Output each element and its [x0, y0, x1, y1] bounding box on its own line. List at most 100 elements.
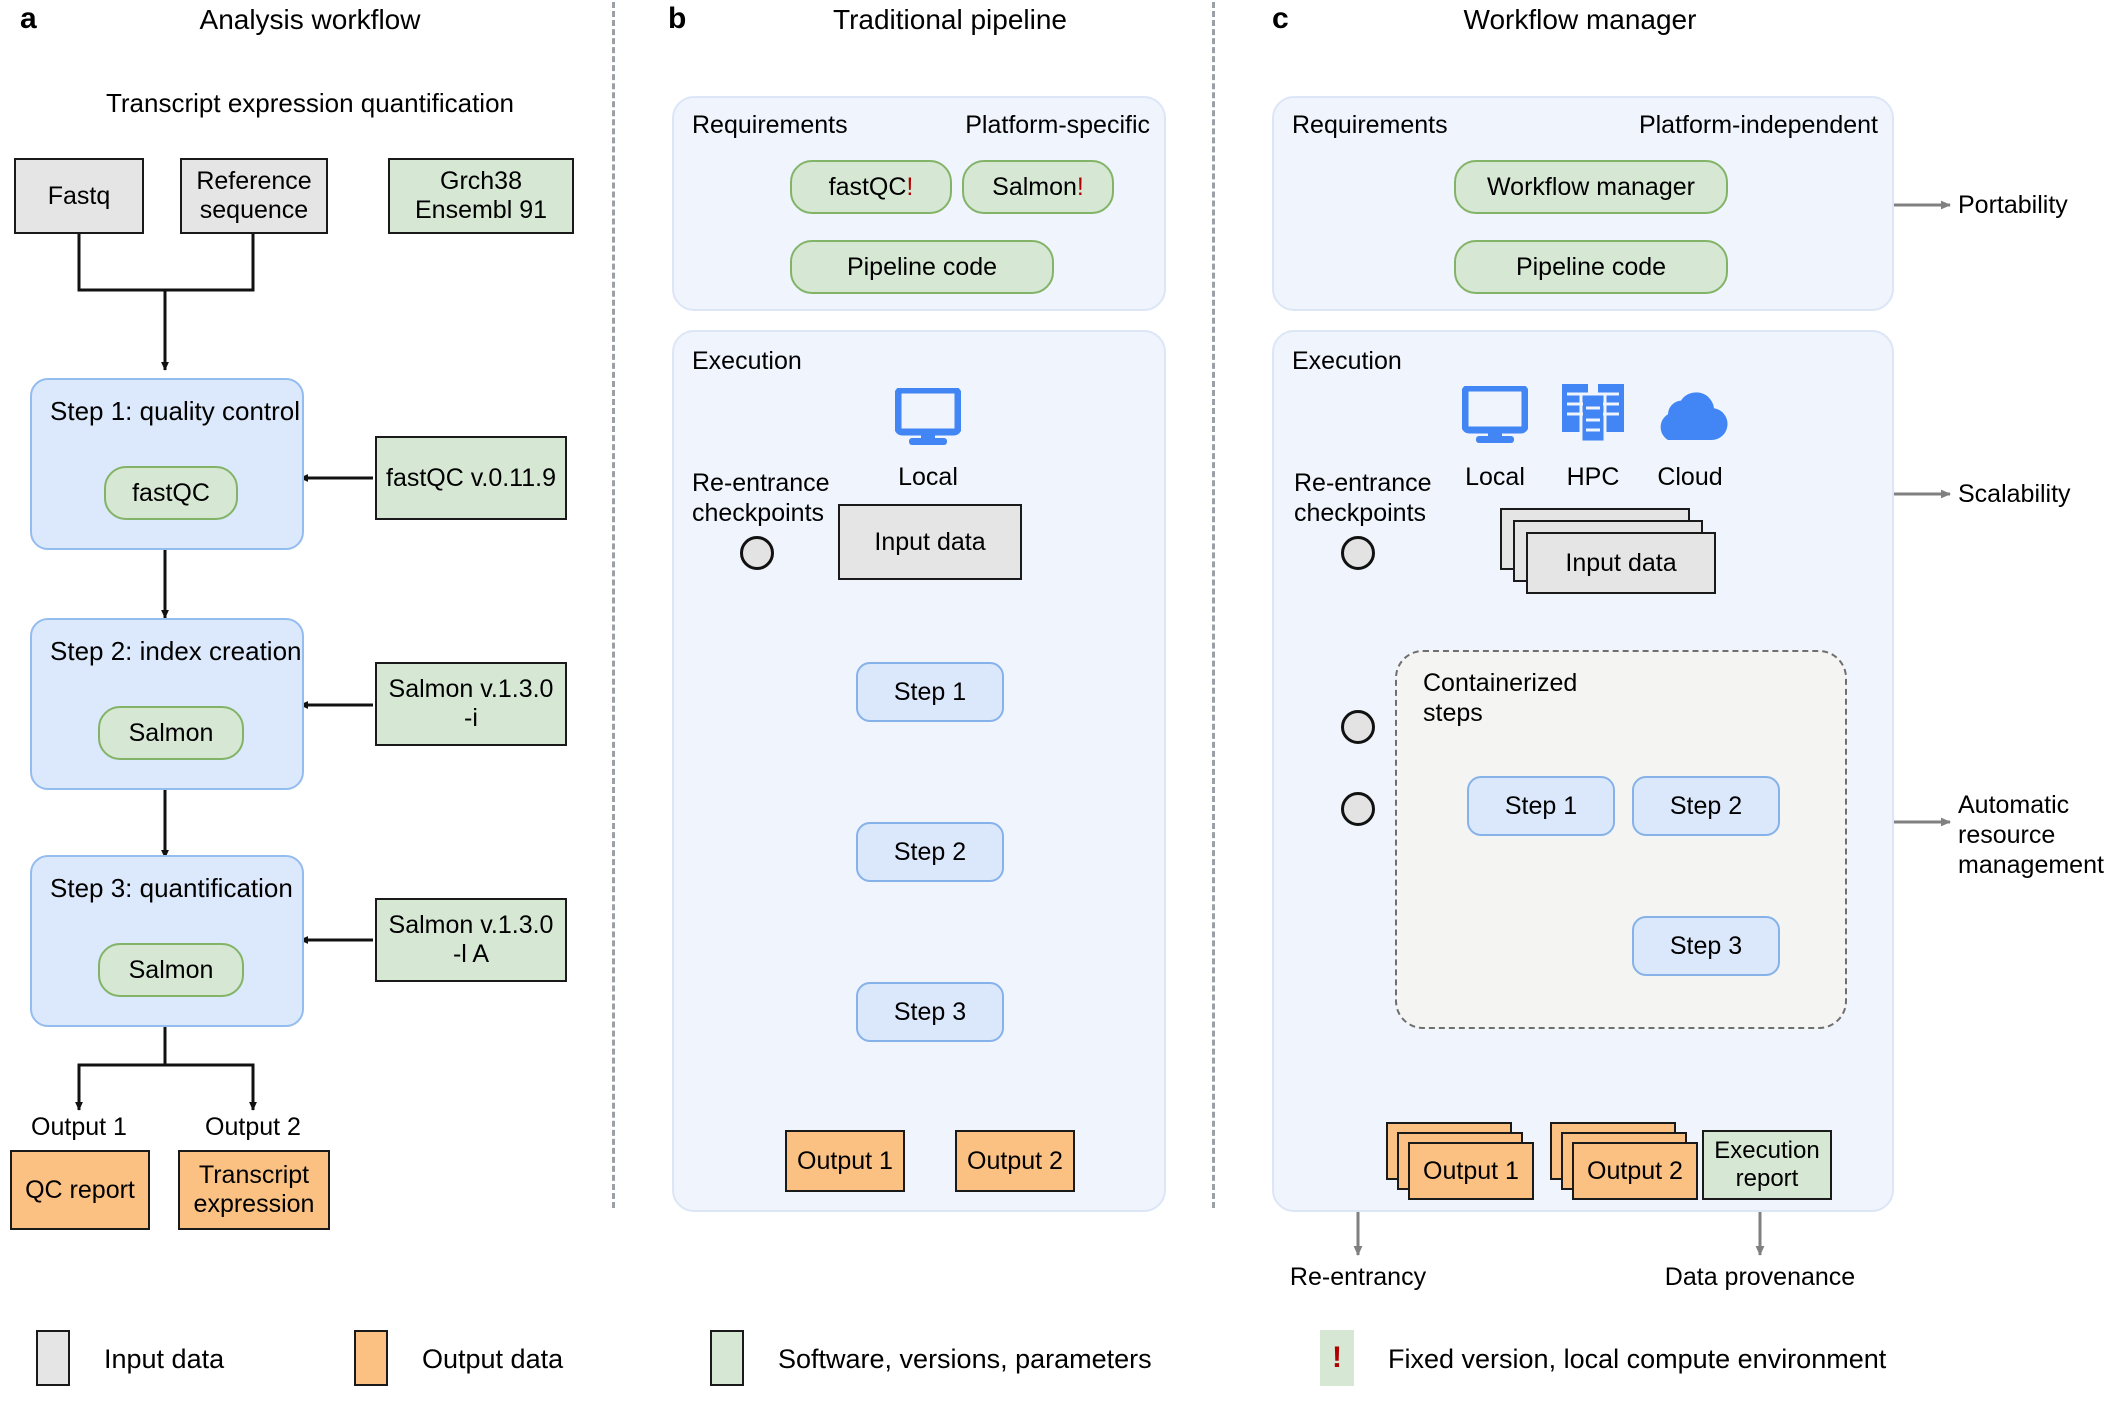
containerized-steps-region: Containerized steps — [1395, 650, 1847, 1029]
reference-source-box[interactable]: Grch38 Ensembl 91 — [388, 158, 574, 234]
param-box-step-2-label: Salmon v.1.3.0 -i — [388, 675, 554, 732]
workflow-step-2-tool-label: Salmon — [128, 718, 214, 747]
requirement-salmon-label: Salmon — [992, 172, 1077, 201]
annotation-scalability: Scalability — [1958, 480, 2071, 508]
panel-b-platform-label: Platform-specific — [965, 111, 1150, 139]
compute-cloud-label: Cloud — [1657, 463, 1723, 491]
output-transcript-expression[interactable]: Transcript expression — [178, 1150, 330, 1230]
requirement-fastqc-flag: ! — [906, 172, 914, 201]
panel-c-requirements-card: Requirements Platform-independent Workfl… — [1272, 96, 1894, 311]
workflow-step-1-title: Step 1: quality control — [50, 396, 301, 426]
param-box-step-1-label: fastQC v.0.11.9 — [386, 463, 556, 492]
legend-label-software: Software, versions, parameters — [778, 1344, 1152, 1374]
reentrance-checkpoint-b-1[interactable] — [740, 536, 774, 570]
server-rack-icon — [1562, 384, 1624, 444]
panel-a-letter: a — [20, 2, 37, 35]
requirement-fastqc-label: fastQC — [828, 172, 907, 201]
param-box-step-1[interactable]: fastQC v.0.11.9 — [375, 436, 567, 520]
workflow-step-2-tool[interactable]: Salmon — [98, 706, 244, 760]
requirement-pipeline-code-label: Pipeline code — [846, 252, 998, 281]
panel-c-step-2-label: Step 2 — [1669, 791, 1743, 820]
containerized-steps-label: Containerized steps — [1423, 669, 1578, 727]
requirement-pipeline-code[interactable]: Pipeline code — [790, 240, 1054, 294]
panel-c-requirements-heading: Requirements — [1292, 111, 1448, 139]
panel-c-title: Workflow manager — [1463, 4, 1697, 35]
panel-c-letter: c — [1272, 2, 1289, 35]
legend-label-input: Input data — [104, 1344, 225, 1374]
panel-b-requirements-card: Requirements Platform-specific fastQC! S… — [672, 96, 1166, 311]
reentrance-checkpoints-label-b: Re-entrance checkpoints — [692, 469, 830, 527]
requirement-salmon[interactable]: Salmon! — [962, 160, 1114, 214]
panel-b-step-1[interactable]: Step 1 — [856, 662, 1004, 722]
panel-b-execution-heading: Execution — [692, 347, 802, 375]
legend-warning-mark: ! — [1332, 1341, 1342, 1374]
panel-b-step-3[interactable]: Step 3 — [856, 982, 1004, 1042]
panel-c-step-1[interactable]: Step 1 — [1467, 776, 1615, 836]
workflow-step-3-tool-label: Salmon — [128, 955, 214, 984]
panel-c-output-2-label: Output 2 — [1587, 1156, 1683, 1185]
label-data-provenance: Data provenance — [1664, 1263, 1856, 1291]
requirement-pipeline-code-c[interactable]: Pipeline code — [1454, 240, 1728, 294]
panel-b-output-2[interactable]: Output 2 — [955, 1130, 1075, 1192]
monitor-icon — [1462, 386, 1528, 443]
panel-c-input-data-label: Input data — [1565, 548, 1677, 577]
cloud-icon — [1660, 392, 1728, 440]
panel-divider-bc — [1212, 2, 1215, 1208]
panel-c-step-3[interactable]: Step 3 — [1632, 916, 1780, 976]
panel-b-requirements-heading: Requirements — [692, 111, 848, 139]
panel-b-step-1-label: Step 1 — [893, 677, 967, 706]
legend-swatch-output — [354, 1330, 388, 1386]
panel-b-output-1[interactable]: Output 1 — [785, 1130, 905, 1192]
label-re-entrancy: Re-entrancy — [1289, 1263, 1427, 1291]
param-box-step-3[interactable]: Salmon v.1.3.0 -l A — [375, 898, 567, 982]
panel-c-execution-report-label: Execution report — [1714, 1137, 1820, 1192]
panel-b-output-1-label: Output 1 — [797, 1146, 893, 1175]
workflow-step-1-tool[interactable]: fastQC — [104, 466, 238, 520]
output-1-caption-a: Output 1 — [31, 1113, 127, 1141]
input-reference-sequence-label: Reference sequence — [196, 167, 312, 224]
reentrance-checkpoint-c-2[interactable] — [1341, 710, 1375, 744]
reference-source-label: Grch38 Ensembl 91 — [414, 167, 548, 224]
input-reference-sequence[interactable]: Reference sequence — [180, 158, 328, 234]
reentrance-checkpoints-label-c: Re-entrance checkpoints — [1294, 469, 1432, 527]
output-transcript-expression-label: Transcript expression — [193, 1161, 315, 1218]
legend-swatch-input — [36, 1330, 70, 1386]
panel-b-output-2-label: Output 2 — [967, 1146, 1063, 1175]
reentrance-checkpoint-c-3[interactable] — [1341, 792, 1375, 826]
panel-a-title: Analysis workflow — [199, 4, 421, 35]
panel-c-output-1-label: Output 1 — [1423, 1156, 1519, 1185]
workflow-step-2[interactable]: Step 2: index creation Salmon — [30, 618, 304, 790]
panel-c-output-1[interactable]: Output 1 — [1386, 1122, 1556, 1212]
panel-c-execution-report[interactable]: Execution report — [1702, 1130, 1832, 1200]
requirement-workflow-manager[interactable]: Workflow manager — [1454, 160, 1728, 214]
panel-c-step-1-label: Step 1 — [1504, 791, 1578, 820]
param-box-step-3-label: Salmon v.1.3.0 -l A — [388, 911, 554, 968]
panel-b-step-2[interactable]: Step 2 — [856, 822, 1004, 882]
panel-c-platform-label: Platform-independent — [1638, 111, 1878, 139]
requirement-pipeline-code-c-label: Pipeline code — [1515, 252, 1667, 281]
param-box-step-2[interactable]: Salmon v.1.3.0 -i — [375, 662, 567, 746]
panel-b-step-3-label: Step 3 — [893, 997, 967, 1026]
requirement-workflow-manager-label: Workflow manager — [1487, 172, 1695, 201]
annotation-resource-management: Automatic resource management — [1958, 791, 2104, 879]
legend-label-fixed-version: Fixed version, local compute environment — [1388, 1344, 1887, 1374]
output-qc-report[interactable]: QC report — [10, 1150, 150, 1230]
input-fastq-label: Fastq — [47, 181, 111, 210]
reentrance-checkpoint-c-1[interactable] — [1341, 536, 1375, 570]
panel-b-title: Traditional pipeline — [833, 4, 1067, 35]
panel-divider-ab — [612, 2, 615, 1208]
workflow-step-1[interactable]: Step 1: quality control fastQC — [30, 378, 304, 550]
monitor-icon — [895, 388, 961, 445]
workflow-step-3-tool[interactable]: Salmon — [98, 943, 244, 997]
requirement-salmon-flag: ! — [1076, 172, 1084, 201]
panel-c-input-data[interactable]: Input data — [1500, 508, 1720, 598]
panel-c-execution-heading: Execution — [1292, 347, 1402, 375]
input-fastq[interactable]: Fastq — [14, 158, 144, 234]
requirement-fastqc[interactable]: fastQC! — [790, 160, 952, 214]
panel-c-output-2[interactable]: Output 2 — [1550, 1122, 1720, 1212]
panel-c-step-2[interactable]: Step 2 — [1632, 776, 1780, 836]
output-2-caption-a: Output 2 — [205, 1113, 301, 1141]
panel-b-input-data[interactable]: Input data — [838, 504, 1022, 580]
workflow-step-3[interactable]: Step 3: quantification Salmon — [30, 855, 304, 1027]
workflow-step-1-tool-label: fastQC — [132, 478, 210, 507]
